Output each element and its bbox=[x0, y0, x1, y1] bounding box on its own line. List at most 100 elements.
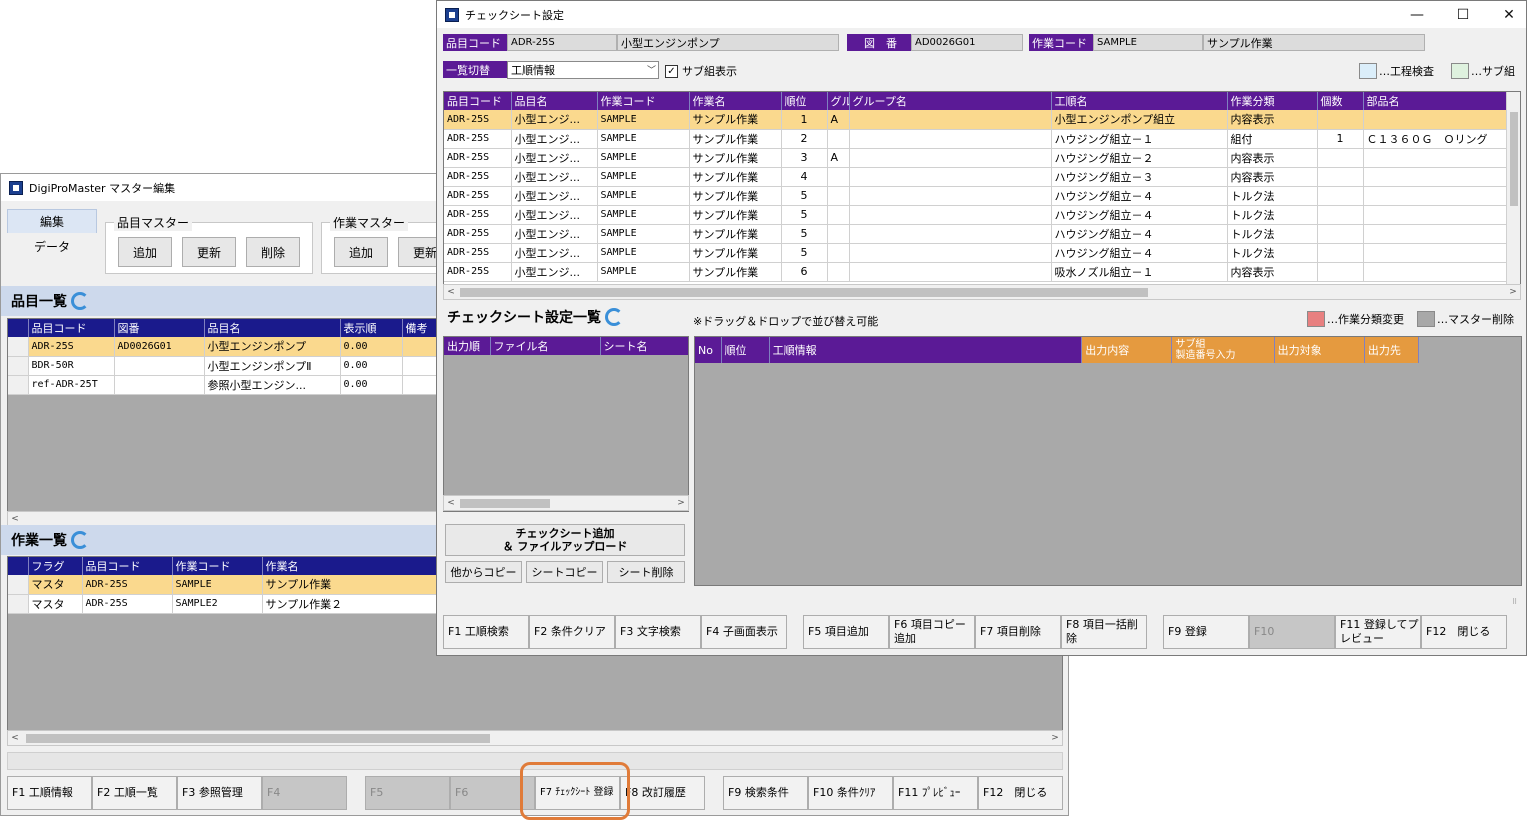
scroll-thumb[interactable] bbox=[460, 499, 550, 508]
item-delete-button[interactable]: 削除 bbox=[246, 237, 300, 267]
scroll-right-icon[interactable]: > bbox=[674, 496, 688, 510]
col-work-code[interactable]: 作業コード bbox=[172, 557, 263, 575]
col-drawing[interactable]: 図番 bbox=[114, 319, 205, 337]
minimize-icon[interactable]: — bbox=[1395, 4, 1439, 26]
f5-button[interactable]: F5 bbox=[365, 776, 450, 810]
f9-button[interactable]: F9 検索条件 bbox=[723, 776, 808, 810]
sub-display-checkbox[interactable]: ✓ サブ組表示 bbox=[665, 63, 737, 79]
col-process-info[interactable]: 工順情報 bbox=[769, 337, 1083, 363]
process-vscrollbar[interactable] bbox=[1506, 92, 1520, 284]
refresh-icon[interactable] bbox=[605, 308, 623, 326]
table-row[interactable]: ADR-25S 小型エンジ... SAMPLE サンプル作業 5 ハウジング組立－４ トルク… bbox=[444, 243, 1507, 263]
col-no[interactable]: No bbox=[695, 337, 722, 363]
col-quantity[interactable]: 個数 bbox=[1317, 92, 1364, 110]
table-row[interactable]: ADR-25S 小型エンジ... SAMPLE サンプル作業 4 ハウジング組立－３ 内容表… bbox=[444, 167, 1507, 187]
scroll-left-icon[interactable]: < bbox=[8, 512, 22, 526]
f7-button[interactable]: F7 項目削除 bbox=[975, 615, 1061, 649]
scroll-thumb[interactable] bbox=[1510, 112, 1518, 206]
col-item-name[interactable]: 品目名 bbox=[511, 92, 598, 110]
tab-data[interactable]: データ bbox=[7, 234, 97, 258]
f2-button[interactable]: F2 工順一覧 bbox=[92, 776, 177, 810]
col-flag[interactable]: フラグ bbox=[28, 557, 83, 575]
item-add-button[interactable]: 追加 bbox=[118, 237, 172, 267]
work-list-scrollbar[interactable]: < > bbox=[7, 730, 1063, 746]
sheet-delete-button[interactable]: シート削除 bbox=[607, 561, 685, 583]
list-switch-select[interactable]: 工順情報 ﹀ bbox=[507, 61, 659, 79]
col-work-code[interactable]: 作業コード bbox=[597, 92, 690, 110]
table-row[interactable]: ADR-25S 小型エンジ... SAMPLE サンプル作業 1 A 小型エンジンポンプ組立… bbox=[444, 110, 1507, 130]
f10-button[interactable]: F10 bbox=[1249, 615, 1335, 649]
chevron-down-icon[interactable]: ﹀ bbox=[647, 63, 656, 76]
refresh-icon[interactable] bbox=[71, 292, 89, 310]
table-row[interactable]: ADR-25S 小型エンジ... SAMPLE サンプル作業 3 A ハウジング組立－２ 内容… bbox=[444, 148, 1507, 168]
maximize-icon[interactable]: ☐ bbox=[1441, 4, 1485, 26]
scroll-left-icon[interactable]: < bbox=[444, 285, 458, 299]
copy-from-other-button[interactable]: 他からコピー bbox=[445, 561, 522, 583]
f2-button[interactable]: F2 条件クリア bbox=[529, 615, 615, 649]
f8-button[interactable]: F8 改訂履歴 bbox=[620, 776, 705, 810]
add-checksheet-button[interactable]: チェックシート追加 ＆ ファイルアップロード bbox=[445, 524, 685, 556]
checkbox-icon[interactable]: ✓ bbox=[665, 64, 678, 78]
col-item-code[interactable]: 品目コード bbox=[28, 319, 115, 337]
col-rank[interactable]: 順位 bbox=[721, 337, 770, 363]
col-group[interactable]: グル bbox=[827, 92, 850, 110]
f6-button[interactable]: F6 項目コピー追加 bbox=[889, 615, 975, 649]
col-remarks[interactable]: 備考 bbox=[402, 319, 439, 337]
col-work-name[interactable]: 作業名 bbox=[262, 557, 439, 575]
col-sub-serial-input[interactable]: サブ組 製造番号入力 bbox=[1171, 337, 1275, 363]
refresh-icon[interactable] bbox=[71, 531, 89, 549]
col-item-code[interactable]: 品目コード bbox=[444, 92, 512, 110]
item-update-button[interactable]: 更新 bbox=[182, 237, 236, 267]
table-row[interactable]: ADR-25S 小型エンジ... SAMPLE サンプル作業 5 ハウジング組立－４ トルク… bbox=[444, 205, 1507, 225]
table-row[interactable]: ADR-25S 小型エンジ... SAMPLE サンプル作業 6 吸水ノズル組立－１ 内容表… bbox=[444, 262, 1507, 282]
scroll-right-icon[interactable]: > bbox=[1506, 285, 1520, 299]
f4-button[interactable]: F4 bbox=[262, 776, 347, 810]
col-rank[interactable]: 順位 bbox=[781, 92, 828, 110]
f3-button[interactable]: F3 文字検索 bbox=[615, 615, 701, 649]
f12-button[interactable]: F12 閉じる bbox=[978, 776, 1063, 810]
scroll-thumb[interactable] bbox=[26, 734, 490, 743]
scroll-left-icon[interactable]: < bbox=[8, 731, 22, 745]
resize-grip-icon[interactable]: ⠿ bbox=[1512, 598, 1522, 608]
f10-button[interactable]: F10 条件ｸﾘｱ bbox=[808, 776, 893, 810]
f5-button[interactable]: F5 項目追加 bbox=[803, 615, 889, 649]
process-hscrollbar[interactable]: < > bbox=[443, 284, 1521, 300]
col-output-content[interactable]: 出力内容 bbox=[1081, 337, 1173, 363]
f11-button[interactable]: F11 ﾌﾟﾚﾋﾞｭｰ bbox=[893, 776, 978, 810]
sheet-copy-button[interactable]: シートコピー bbox=[526, 561, 603, 583]
f4-button[interactable]: F4 子画面表示 bbox=[701, 615, 787, 649]
close-icon[interactable]: ✕ bbox=[1487, 4, 1526, 26]
scroll-thumb[interactable] bbox=[460, 288, 1148, 297]
col-item-name[interactable]: 品目名 bbox=[204, 319, 341, 337]
col-item-code[interactable]: 品目コード bbox=[82, 557, 173, 575]
col-file-name[interactable]: ファイル名 bbox=[490, 337, 601, 355]
table-row[interactable]: ADR-25S 小型エンジ... SAMPLE サンプル作業 5 ハウジング組立－４ トルク… bbox=[444, 186, 1507, 206]
table-row[interactable]: ADR-25S 小型エンジ... SAMPLE サンプル作業 5 ハウジング組立－４ トルク… bbox=[444, 224, 1507, 244]
f12-button[interactable]: F12 閉じる bbox=[1421, 615, 1507, 649]
table-row[interactable]: ADR-25S 小型エンジ... SAMPLE サンプル作業 2 ハウジング組立－１ 組付 1… bbox=[444, 129, 1507, 149]
col-group-name[interactable]: グループ名 bbox=[849, 92, 1052, 110]
table-row[interactable]: ref-ADR-25T 参照小型エンジン... 0.00 bbox=[8, 375, 439, 395]
col-output-order[interactable]: 出力順 bbox=[444, 337, 491, 355]
f9-register-button[interactable]: F9 登録 bbox=[1163, 615, 1249, 649]
f1-button[interactable]: F1 工順検索 bbox=[443, 615, 529, 649]
file-list-scrollbar[interactable]: < > bbox=[443, 495, 689, 511]
col-work-category[interactable]: 作業分類 bbox=[1227, 92, 1318, 110]
scroll-right-icon[interactable]: > bbox=[1048, 731, 1062, 745]
table-row[interactable]: マスタ ADR-25S SAMPLE サンプル作業 bbox=[8, 575, 439, 595]
table-row[interactable]: BDR-50R 小型エンジンポンプⅡ 0.00 bbox=[8, 356, 439, 376]
col-work-name[interactable]: 作業名 bbox=[689, 92, 782, 110]
col-sheet-name[interactable]: シート名 bbox=[600, 337, 688, 355]
col-output-target[interactable]: 出力対象 bbox=[1274, 337, 1365, 363]
table-row[interactable]: ADR-25S AD0026G01 小型エンジンポンプ 0.00 bbox=[8, 337, 439, 357]
f11-button[interactable]: F11 登録してプレビュー bbox=[1335, 615, 1421, 649]
f1-button[interactable]: F1 工順情報 bbox=[7, 776, 92, 810]
scroll-left-icon[interactable]: < bbox=[444, 496, 458, 510]
col-process-name[interactable]: 工順名 bbox=[1051, 92, 1228, 110]
col-display-order[interactable]: 表示順 bbox=[340, 319, 403, 337]
table-row[interactable]: マスタ ADR-25S SAMPLE2 サンプル作業２ bbox=[8, 594, 439, 614]
f3-button[interactable]: F3 参照管理 bbox=[177, 776, 262, 810]
tab-edit[interactable]: 編集 bbox=[7, 209, 97, 233]
col-output-dest[interactable]: 出力先 bbox=[1364, 337, 1420, 363]
work-add-button[interactable]: 追加 bbox=[334, 237, 388, 267]
